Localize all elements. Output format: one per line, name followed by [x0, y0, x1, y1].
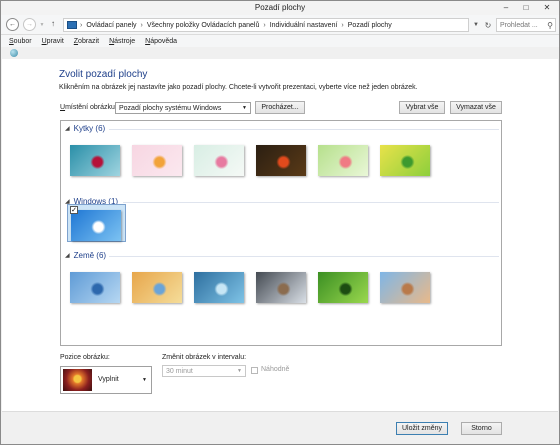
position-value: Vyplnit: [98, 376, 119, 383]
breadcrumb-item[interactable]: Individuální nastavení: [270, 22, 338, 29]
location-select[interactable]: Pozadí plochy systému Windows ▼: [115, 102, 251, 114]
save-button[interactable]: Uložit změny: [396, 422, 448, 435]
control-panel-icon: [67, 21, 77, 29]
close-icon[interactable]: ✕: [536, 1, 558, 13]
breadcrumb-item[interactable]: Pozadí plochy: [348, 22, 392, 29]
wallpaper-thumbnail[interactable]: [132, 145, 182, 176]
refresh-icon[interactable]: ↻: [482, 18, 494, 32]
position-select[interactable]: Vyplnit ▼: [60, 366, 152, 394]
position-label: Pozice obrázku:: [60, 354, 110, 361]
wallpaper-thumbnail[interactable]: [318, 145, 368, 176]
chevron-down-icon: ▼: [237, 368, 242, 374]
menu-item[interactable]: Nástroje: [109, 38, 135, 45]
wallpaper-thumbnail[interactable]: [380, 145, 430, 176]
search-input[interactable]: Prohledat ... ⚲: [496, 18, 556, 32]
address-dropdown-icon[interactable]: ▼: [470, 18, 482, 32]
menu-bar: Soubor Upravit Zobrazit Nástroje Nápověda: [1, 35, 559, 47]
back-icon[interactable]: ←: [6, 18, 19, 31]
thumbnail-checkbox[interactable]: ✓: [70, 206, 78, 214]
browse-button[interactable]: Procházet...: [255, 101, 305, 114]
group-header[interactable]: ◢ Kytky (6): [65, 124, 105, 133]
minimize-icon[interactable]: –: [495, 1, 517, 13]
globe-icon: [10, 49, 18, 57]
recent-dropdown-icon[interactable]: ▼: [38, 18, 46, 31]
location-value: Pozadí plochy systému Windows: [119, 104, 222, 112]
wallpaper-thumbnail[interactable]: [256, 145, 306, 176]
window-title: Pozadí plochy: [254, 3, 306, 12]
wallpaper-thumbnail[interactable]: [194, 145, 244, 176]
page-title: Zvolit pozadí plochy: [59, 69, 148, 80]
page-description: Klikněním na obrázek jej nastavíte jako …: [59, 84, 418, 91]
cancel-button[interactable]: Storno: [461, 422, 502, 435]
group-header[interactable]: ◢ Země (6): [65, 251, 106, 260]
wallpaper-thumbnail[interactable]: [194, 272, 244, 303]
interval-select[interactable]: 30 minut ▼: [162, 365, 246, 377]
shuffle-label: Náhodně: [261, 366, 290, 373]
collapse-icon[interactable]: ◢: [65, 125, 70, 132]
menu-item[interactable]: Soubor: [9, 38, 32, 45]
chevron-down-icon: ▼: [242, 105, 247, 111]
address-bar[interactable]: › Ovládací panely › Všechny položky Ovlá…: [63, 18, 469, 32]
main-content: Zvolit pozadí plochy Klikněním na obráze…: [2, 59, 558, 411]
shuffle-checkbox[interactable]: [251, 367, 258, 374]
wallpaper-thumbnail[interactable]: [380, 272, 430, 303]
forward-icon[interactable]: →: [23, 18, 36, 31]
wallpaper-thumbnail[interactable]: [318, 272, 368, 303]
chevron-down-icon: ▼: [142, 377, 147, 383]
menu-item[interactable]: Zobrazit: [74, 38, 99, 45]
up-icon[interactable]: ↑: [51, 19, 55, 28]
breadcrumb-item[interactable]: Ovládací panely: [86, 22, 136, 29]
group-label: Kytky (6): [73, 124, 106, 133]
position-preview: [63, 369, 92, 391]
title-bar: Pozadí plochy – □ ✕: [1, 1, 559, 15]
address-row: ← → ▼ ↑ › Ovládací panely › Všechny polo…: [1, 15, 559, 35]
wallpaper-gallery: ◢ Kytky (6) ◢ Windows (1) ◢ Země (6) ✓: [60, 120, 502, 346]
maximize-icon[interactable]: □: [515, 1, 537, 13]
breadcrumb-item[interactable]: Všechny položky Ovládacích panelů: [147, 22, 259, 29]
interval-label: Změnit obrázek v intervalu:: [162, 354, 247, 361]
wallpaper-thumbnail[interactable]: [70, 272, 120, 303]
interval-value: 30 minut: [166, 367, 193, 375]
group-label: Země (6): [73, 251, 107, 260]
wallpaper-thumbnail[interactable]: [256, 272, 306, 303]
menu-item[interactable]: Upravit: [42, 38, 64, 45]
window: Pozadí plochy – □ ✕ ← → ▼ ↑ › Ovládací p…: [0, 0, 560, 445]
wallpaper-thumbnail[interactable]: [70, 145, 120, 176]
search-placeholder: Prohledat ...: [500, 21, 538, 29]
search-icon: ⚲: [547, 20, 553, 30]
menu-item[interactable]: Nápověda: [145, 38, 177, 45]
footer: Uložit změny Storno: [2, 411, 558, 444]
clear-all-button[interactable]: Vymazat vše: [450, 101, 502, 114]
location-label: Umístění obrázku:: [60, 104, 117, 111]
collapse-icon[interactable]: ◢: [65, 252, 70, 259]
select-all-button[interactable]: Vybrat vše: [399, 101, 445, 114]
wallpaper-thumbnail[interactable]: [71, 210, 121, 241]
wallpaper-thumbnail[interactable]: [132, 272, 182, 303]
